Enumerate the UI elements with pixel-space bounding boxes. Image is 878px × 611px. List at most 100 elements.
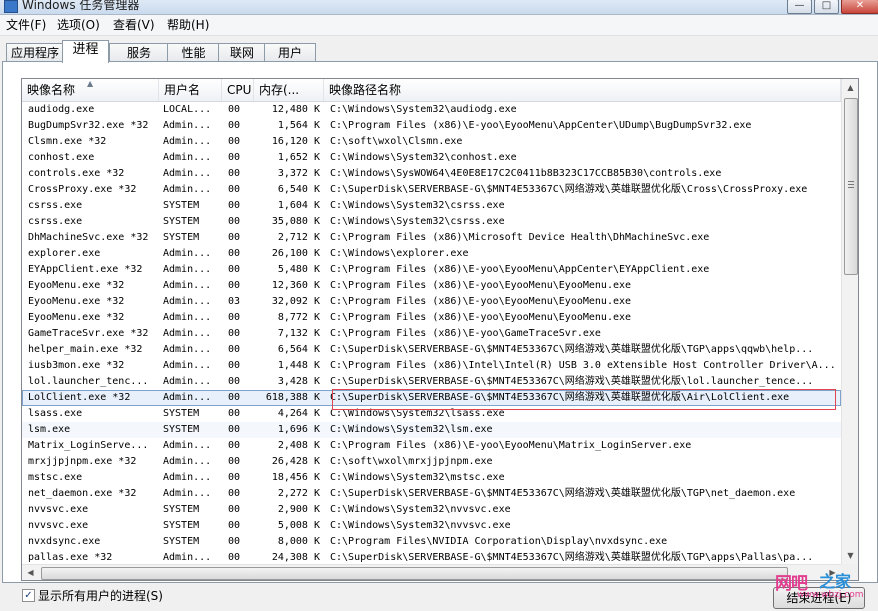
process-name: csrss.exe xyxy=(28,216,83,227)
process-row[interactable]: EyooMenu.exe *32 Admin... 03 32,092 K C:\Pro… xyxy=(22,294,841,310)
process-path: C:\SuperDisk\SERVERBASE-G\$MNT4E53367C\网… xyxy=(330,184,808,195)
grip-line xyxy=(848,184,854,185)
scroll-right-icon[interactable]: ▶ xyxy=(824,565,841,580)
column-cpu[interactable]: CPU xyxy=(222,79,254,101)
process-user: SYSTEM xyxy=(163,200,200,211)
tab-services[interactable]: 服务 xyxy=(109,43,169,62)
column-user-name[interactable]: 用户名 xyxy=(159,79,222,101)
process-name: GameTraceSvr.exe *32 xyxy=(28,328,149,339)
process-row[interactable]: BugDumpSvr32.exe *32 Admin... 00 1,564 K C:\… xyxy=(22,118,841,134)
process-path: C:\Program Files (x86)\Microsoft Device … xyxy=(330,232,710,243)
process-row[interactable]: csrss.exe SYSTEM 00 35,080 K C:\Windows\Syst… xyxy=(22,214,841,230)
column-header: 映像名称 ▲ 用户名 CPU 内存(... 映像路径名称 xyxy=(22,79,841,102)
end-process-button[interactable]: 结束进程(E) xyxy=(773,587,865,609)
process-row[interactable]: Matrix_LoginServe... Admin... 00 2,408 K C:\… xyxy=(22,438,841,454)
tab-processes[interactable]: 进程 xyxy=(62,40,109,63)
menu-help[interactable]: 帮助(H) xyxy=(167,16,209,33)
horizontal-scrollbar[interactable]: ◀ ▶ xyxy=(22,564,841,580)
tab-users[interactable]: 用户 xyxy=(264,43,316,62)
process-path: C:\Windows\System32\csrss.exe xyxy=(330,200,505,211)
minimize-button[interactable]: — xyxy=(787,0,812,14)
close-button[interactable]: ✕ xyxy=(841,0,878,14)
tab-performance[interactable]: 性能 xyxy=(167,43,220,62)
process-memory: 6,540 K xyxy=(277,184,320,195)
tab-applications[interactable]: 应用程序 xyxy=(6,43,64,62)
menu-file[interactable]: 文件(F) xyxy=(6,16,46,33)
process-path: C:\Windows\SysWOW64\4E0E8E17C2C0411b8B32… xyxy=(330,168,722,179)
process-row[interactable]: Clsmn.exe *32 Admin... 00 16,120 K C:\soft\w… xyxy=(22,134,841,150)
process-row[interactable]: EyooMenu.exe *32 Admin... 00 12,360 K C:\Pro… xyxy=(22,278,841,294)
process-row[interactable]: controls.exe *32 Admin... 00 3,372 K C:\Wind… xyxy=(22,166,841,182)
process-row[interactable]: lol.launcher_tenc... Admin... 00 3,428 K C:\… xyxy=(22,374,841,390)
show-all-users-label[interactable]: 显示所有用户的进程(S) xyxy=(38,587,163,604)
process-row[interactable]: lsass.exe SYSTEM 00 4,264 K C:\Windows\Syste… xyxy=(22,406,841,422)
vertical-scrollbar[interactable]: ▲ ▼ xyxy=(841,79,858,564)
process-user: SYSTEM xyxy=(163,520,200,531)
process-name: nvvsvc.exe xyxy=(28,504,89,515)
process-memory: 2,712 K xyxy=(277,232,320,243)
process-cpu: 00 xyxy=(228,264,241,275)
process-cpu: 00 xyxy=(228,216,241,227)
process-path: C:\Windows\System32\nvvsvc.exe xyxy=(330,504,511,515)
column-memory[interactable]: 内存(... xyxy=(254,79,324,101)
process-row[interactable]: GameTraceSvr.exe *32 Admin... 00 7,132 K C:\… xyxy=(22,326,841,342)
process-row[interactable]: mstsc.exe Admin... 00 18,456 K C:\Windows\Sy… xyxy=(22,470,841,486)
process-user: Admin... xyxy=(163,456,212,467)
process-row[interactable]: net_daemon.exe *32 Admin... 00 2,272 K C:\Su… xyxy=(22,486,841,502)
process-row[interactable]: csrss.exe SYSTEM 00 1,604 K C:\Windows\Syste… xyxy=(22,198,841,214)
grip-line xyxy=(848,187,854,188)
process-memory: 2,900 K xyxy=(277,504,320,515)
process-user: Admin... xyxy=(163,120,212,131)
process-path: C:\Program Files (x86)\E-yoo\EyooMenu\Ey… xyxy=(330,312,632,323)
process-name: DhMachineSvc.exe *32 xyxy=(28,232,149,243)
scroll-up-icon[interactable]: ▲ xyxy=(842,79,858,96)
process-user: Admin... xyxy=(163,168,212,179)
process-row[interactable]: LolClient.exe *32 Admin... 00 618,388 K C:\S… xyxy=(22,390,841,406)
process-row[interactable]: lsm.exe SYSTEM 00 1,696 K C:\Windows\System3… xyxy=(22,422,841,438)
process-user: Admin... xyxy=(163,360,212,371)
process-row[interactable]: mrxjjpjnpm.exe *32 Admin... 00 26,428 K C:\s… xyxy=(22,454,841,470)
process-path: C:\Windows\System32\mstsc.exe xyxy=(330,472,505,483)
title-bar: Windows 任务管理器 — □ ✕ xyxy=(0,0,878,15)
process-list[interactable]: 映像名称 ▲ 用户名 CPU 内存(... 映像路径名称 audiodg.exe… xyxy=(21,78,859,581)
process-row[interactable]: nvxdsync.exe SYSTEM 00 8,000 K C:\Program Fi… xyxy=(22,534,841,550)
process-row[interactable]: CrossProxy.exe *32 Admin... 00 6,540 K C:\Su… xyxy=(22,182,841,198)
scroll-down-icon[interactable]: ▼ xyxy=(842,547,858,564)
process-row[interactable]: iusb3mon.exe *32 Admin... 00 1,448 K C:\Prog… xyxy=(22,358,841,374)
show-all-users-checkbox[interactable]: ✓ xyxy=(22,589,35,602)
process-memory: 32,092 K xyxy=(271,296,320,307)
process-rows: audiodg.exe LOCAL... 00 12,480 K C:\Windows\… xyxy=(22,102,841,566)
vertical-scroll-thumb[interactable] xyxy=(844,98,858,275)
column-image-name[interactable]: 映像名称 ▲ xyxy=(22,79,159,101)
process-memory: 26,428 K xyxy=(271,456,320,467)
process-name: audiodg.exe xyxy=(28,104,95,115)
process-cpu: 00 xyxy=(228,520,241,531)
process-row[interactable]: conhost.exe Admin... 00 1,652 K C:\Windows\S… xyxy=(22,150,841,166)
scroll-left-icon[interactable]: ◀ xyxy=(22,565,39,580)
column-image-path[interactable]: 映像路径名称 xyxy=(324,79,841,101)
process-row[interactable]: DhMachineSvc.exe *32 SYSTEM 00 2,712 K C:\Pr… xyxy=(22,230,841,246)
menu-options[interactable]: 选项(O) xyxy=(57,16,100,33)
process-user: Admin... xyxy=(163,440,212,451)
process-user: Admin... xyxy=(163,344,212,355)
process-path: C:\Program Files (x86)\E-yoo\EyooMenu\Ey… xyxy=(330,280,632,291)
tab-networking[interactable]: 联网 xyxy=(218,43,266,62)
process-row[interactable]: EyooMenu.exe *32 Admin... 00 8,772 K C:\Prog… xyxy=(22,310,841,326)
process-name: CrossProxy.exe *32 xyxy=(28,184,137,195)
process-memory: 3,428 K xyxy=(277,376,320,387)
process-path: C:\Program Files (x86)\E-yoo\EyooMenu\Ap… xyxy=(330,120,752,131)
process-row[interactable]: audiodg.exe LOCAL... 00 12,480 K C:\Windows\… xyxy=(22,102,841,118)
process-name: EyooMenu.exe *32 xyxy=(28,280,125,291)
process-row[interactable]: nvvsvc.exe SYSTEM 00 2,900 K C:\Windows\Syst… xyxy=(22,502,841,518)
maximize-button[interactable]: □ xyxy=(814,0,839,14)
process-name: BugDumpSvr32.exe *32 xyxy=(28,120,149,131)
process-row[interactable]: nvvsvc.exe SYSTEM 00 5,008 K C:\Windows\Syst… xyxy=(22,518,841,534)
process-path: C:\Program Files (x86)\E-yoo\GameTraceSv… xyxy=(330,328,601,339)
process-memory: 6,564 K xyxy=(277,344,320,355)
horizontal-scroll-thumb[interactable] xyxy=(41,567,788,580)
process-row[interactable]: explorer.exe Admin... 00 26,100 K C:\Windows… xyxy=(22,246,841,262)
menu-view[interactable]: 查看(V) xyxy=(113,16,155,33)
process-row[interactable]: EYAppClient.exe *32 Admin... 00 5,480 K C:\P… xyxy=(22,262,841,278)
process-user: Admin... xyxy=(163,488,212,499)
process-row[interactable]: helper_main.exe *32 Admin... 00 6,564 K C:\S… xyxy=(22,342,841,358)
